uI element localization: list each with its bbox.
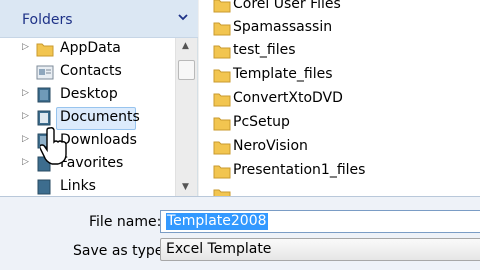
file-name-label: File name: — [89, 214, 162, 230]
tree-item-label: Contacts — [60, 63, 122, 79]
hand-cursor-icon — [39, 126, 70, 170]
file-name: ConvertXtoDVD — [233, 90, 343, 106]
tree-item-links[interactable]: Links — [0, 176, 175, 196]
tree-item-label: Downloads — [60, 132, 137, 148]
file-list: Corel User Files Spamassassin test_files… — [199, 0, 480, 203]
folder-icon — [213, 0, 231, 17]
list-item[interactable]: Corel User Files — [199, 0, 480, 17]
save-options-panel: File name: Template2008 Save as type: Ex… — [0, 196, 480, 270]
folders-header-label: Folders — [22, 12, 73, 28]
folder-icon — [213, 91, 231, 111]
file-name: Corel User Files — [233, 0, 341, 12]
folder-icon — [213, 139, 231, 159]
file-name: test_files — [233, 42, 296, 58]
file-name: NeroVision — [233, 138, 308, 154]
vertical-scrollbar[interactable]: ▲ ▼ — [175, 38, 197, 196]
file-name: Spamassassin — [233, 19, 333, 35]
file-name: PcSetup — [233, 114, 290, 130]
file-name: Template_files — [233, 66, 333, 82]
folder-icon — [213, 43, 231, 63]
tree-item-contacts[interactable]: Contacts — [0, 61, 175, 84]
expand-arrow-icon[interactable]: ▷ — [22, 42, 29, 52]
list-item[interactable]: test_files — [199, 40, 480, 63]
tree-item-desktop[interactable]: ▷ Desktop — [0, 84, 175, 107]
list-item[interactable]: Template_files — [199, 64, 480, 87]
list-item[interactable]: PcSetup — [199, 112, 480, 135]
folder-icon — [213, 163, 231, 183]
tree-item-downloads[interactable]: ▷ Downloads — [0, 130, 175, 153]
save-as-type-select[interactable]: Excel Template — [160, 238, 480, 261]
file-name: Presentation1_files — [233, 162, 366, 178]
folder-icon — [213, 67, 231, 87]
folder-icon — [213, 20, 231, 40]
desktop-icon — [36, 87, 54, 107]
tree-item-label: AppData — [60, 40, 121, 56]
tree-item-appdata[interactable]: ▷ AppData — [0, 38, 175, 61]
folder-icon — [36, 41, 54, 61]
folder-icon — [213, 115, 231, 135]
scroll-thumb[interactable] — [178, 60, 195, 80]
expand-arrow-icon[interactable]: ▷ — [22, 88, 29, 98]
links-icon — [36, 179, 54, 196]
folders-header[interactable]: Folders — [0, 0, 198, 38]
folder-tree: ▷ AppData Contacts ▷ Desktop ▷ Documents… — [0, 38, 175, 196]
expand-arrow-icon[interactable]: ▷ — [22, 157, 29, 167]
list-item[interactable]: NeroVision — [199, 136, 480, 159]
chevron-down-icon[interactable] — [177, 11, 189, 27]
tree-item-label: Links — [60, 178, 96, 194]
file-name-field[interactable]: Template2008 — [160, 210, 480, 233]
list-item[interactable]: Presentation1_files — [199, 160, 480, 183]
scroll-down-icon[interactable]: ▼ — [182, 182, 189, 192]
contacts-icon — [36, 64, 54, 84]
tree-item-favorites[interactable]: ▷ Favorites — [0, 153, 175, 176]
tree-item-label: Desktop — [60, 86, 118, 102]
file-name-value[interactable]: Template2008 — [166, 213, 268, 230]
expand-arrow-icon[interactable]: ▷ — [22, 111, 29, 121]
tree-item-label: Documents — [60, 109, 140, 125]
list-item[interactable]: Spamassassin — [199, 17, 480, 40]
navigation-pane: Folders ▷ AppData Contacts ▷ Desktop ▷ D… — [0, 0, 198, 196]
save-as-type-value: Excel Template — [166, 241, 272, 257]
list-item[interactable]: ConvertXtoDVD — [199, 88, 480, 111]
expand-arrow-icon[interactable]: ▷ — [22, 134, 29, 144]
scroll-up-icon[interactable]: ▲ — [182, 41, 189, 51]
save-as-type-label: Save as type: — [73, 243, 169, 259]
